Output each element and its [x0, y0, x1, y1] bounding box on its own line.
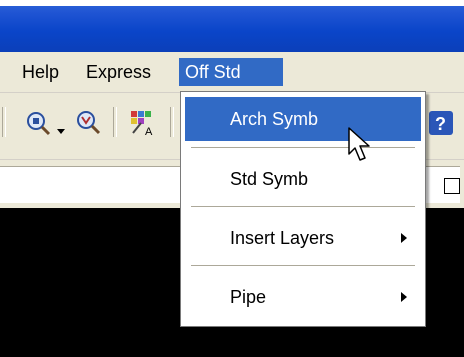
toolbar-separator: [2, 107, 6, 137]
checkbox[interactable]: [444, 178, 460, 194]
menu-bar: Help Express Off Std: [0, 52, 464, 93]
menu-separator: [191, 265, 415, 267]
menu-item-insert-layers[interactable]: Insert Layers: [185, 216, 421, 260]
zoom-realtime-icon[interactable]: [74, 109, 102, 137]
submenu-arrow-icon: [401, 233, 407, 243]
svg-text:A: A: [145, 126, 153, 137]
toolbar-separator: [170, 107, 174, 137]
menu-item-label: Insert Layers: [230, 228, 335, 248]
menu-separator: [191, 206, 415, 208]
chevron-down-icon[interactable]: [56, 109, 66, 137]
menu-item-label: Pipe: [230, 287, 267, 307]
zoom-icon[interactable]: [24, 109, 52, 137]
menu-separator: [191, 147, 415, 149]
menu-item-std-symb[interactable]: Std Symb: [185, 157, 421, 201]
help-icon[interactable]: ?: [428, 109, 454, 137]
menu-help[interactable]: Help: [16, 58, 65, 86]
menu-item-pipe[interactable]: Pipe: [185, 275, 421, 319]
menu-express[interactable]: Express: [80, 58, 157, 86]
menu-item-arch-symb[interactable]: Arch Symb: [185, 97, 421, 141]
off-std-dropdown-menu: Arch Symb Std Symb Insert Layers Pipe: [180, 91, 426, 327]
title-bar: [0, 0, 464, 52]
submenu-arrow-icon: [401, 292, 407, 302]
toolbar-separator: [113, 107, 117, 137]
menu-off-std[interactable]: Off Std: [179, 58, 283, 86]
svg-text:?: ?: [435, 114, 446, 134]
text-style-icon[interactable]: A: [129, 109, 157, 137]
window-top-edge: [0, 0, 464, 6]
mouse-cursor-icon: [348, 127, 370, 161]
menu-item-label: Std Symb: [230, 169, 309, 189]
menu-item-label: Arch Symb: [230, 109, 319, 129]
